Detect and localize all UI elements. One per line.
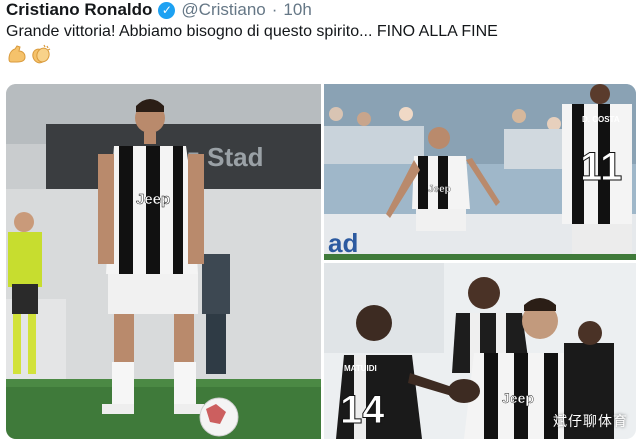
author-name[interactable]: Cristiano Ronaldo (6, 0, 152, 20)
photo-free-kick[interactable]: nz Stad Jeep (6, 84, 321, 439)
player-name: MATUIDI (344, 364, 377, 373)
photo-strike[interactable]: ad Jeep D. COSTA 11 (324, 84, 636, 260)
tweet-header: Cristiano Ronaldo ✓ @Cristiano · 10h (6, 0, 312, 20)
author-handle[interactable]: @Cristiano (181, 0, 265, 20)
separator-dot: · (271, 0, 278, 19)
shirt-sponsor-top-right: Jeep (428, 184, 451, 195)
watermark-text: 斌仔聊体育 (553, 414, 628, 430)
shirt-sponsor-main: Jeep (136, 191, 170, 208)
board-text: ad (328, 228, 358, 258)
clapping-hands-icon (30, 44, 52, 64)
teammate-number: 11 (580, 145, 622, 189)
photo-celebration[interactable]: MATUIDI 14 Jeep 斌仔聊体育 (324, 263, 636, 439)
emoji-row (6, 44, 52, 64)
player-number: 14 (340, 388, 385, 432)
tweet-media-grid: nz Stad Jeep ad Jeep D. COSTA 11 MATUIDI… (6, 84, 636, 439)
flexed-biceps-icon (6, 44, 28, 64)
teammate-name: D. COSTA (582, 115, 620, 124)
verified-badge-icon: ✓ (158, 1, 176, 19)
shirt-sponsor-bottom-right: Jeep (502, 390, 534, 406)
tweet-text: Grande vittoria! Abbiamo bisogno di ques… (6, 23, 498, 40)
tweet-timestamp[interactable]: 10h (283, 0, 311, 20)
